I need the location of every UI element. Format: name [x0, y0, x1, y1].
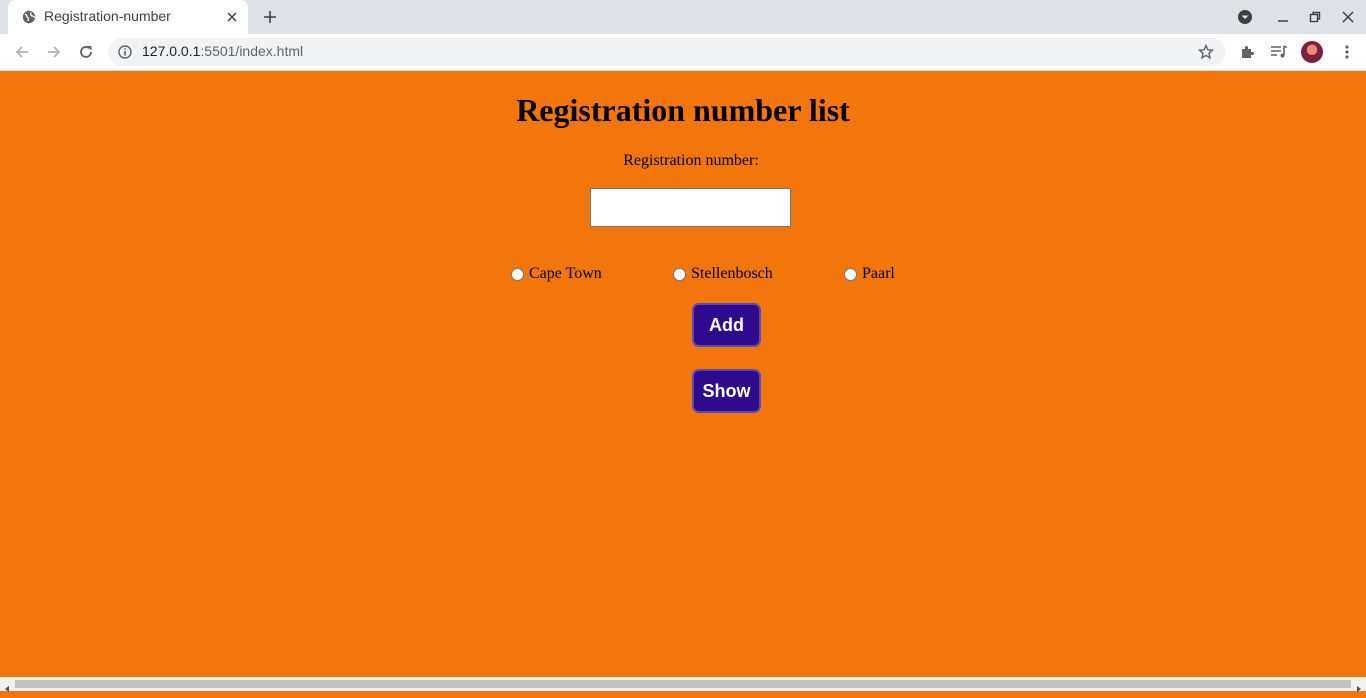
- media-queue-icon[interactable]: [1269, 42, 1289, 62]
- address-bar[interactable]: 127.0.0.1:5501/index.html: [108, 38, 1226, 66]
- tab-search-icon[interactable]: [1233, 6, 1257, 28]
- minimize-icon[interactable]: [1271, 6, 1295, 28]
- add-button[interactable]: Add: [692, 303, 761, 347]
- radio-stellenbosch[interactable]: Stellenbosch: [673, 264, 773, 284]
- horizontal-scrollbar[interactable]: [0, 677, 1366, 692]
- show-button[interactable]: Show: [692, 369, 761, 413]
- back-arrow-icon[interactable]: [10, 40, 34, 64]
- reload-icon[interactable]: [74, 40, 98, 64]
- forward-arrow-icon[interactable]: [42, 40, 66, 64]
- radio-button[interactable]: [844, 267, 857, 281]
- browser-toolbar: 127.0.0.1:5501/index.html: [0, 34, 1366, 71]
- scroll-right-arrow-icon[interactable]: [1355, 680, 1363, 692]
- radio-label: Stellenbosch: [691, 265, 773, 282]
- radio-label: Cape Town: [529, 265, 602, 282]
- radio-label: Paarl: [862, 265, 895, 282]
- globe-icon: [22, 10, 36, 24]
- radio-button[interactable]: [673, 267, 686, 281]
- new-tab-plus-icon[interactable]: [258, 6, 282, 28]
- browser-tab[interactable]: Registration-number: [8, 0, 248, 34]
- page-title: Registration number list: [516, 92, 850, 128]
- radio-button[interactable]: [511, 267, 524, 281]
- radio-paarl[interactable]: Paarl: [844, 264, 895, 284]
- close-icon[interactable]: [222, 7, 242, 27]
- tab-title: Registration-number: [44, 8, 171, 24]
- profile-avatar[interactable]: [1301, 41, 1323, 63]
- registration-number-input[interactable]: [590, 188, 791, 227]
- page-content: Registration number list Registration nu…: [0, 72, 1366, 677]
- scrollbar-thumb[interactable]: [15, 680, 1351, 688]
- url-text: 127.0.0.1:5501/index.html: [142, 43, 303, 59]
- more-menu-icon[interactable]: [1337, 42, 1357, 62]
- url-path: :5501/index.html: [200, 43, 304, 59]
- tab-strip: Registration-number: [0, 0, 1366, 34]
- registration-number-label: Registration number:: [623, 152, 759, 169]
- scroll-left-arrow-icon[interactable]: [3, 680, 11, 692]
- info-icon[interactable]: [118, 45, 132, 59]
- bookmark-star-icon[interactable]: [1197, 43, 1215, 60]
- window-close-icon[interactable]: [1336, 6, 1360, 28]
- extensions-puzzle-icon[interactable]: [1238, 42, 1258, 62]
- url-host: 127.0.0.1: [142, 43, 201, 59]
- radio-cape-town[interactable]: Cape Town: [511, 264, 602, 284]
- restore-icon[interactable]: [1303, 6, 1327, 28]
